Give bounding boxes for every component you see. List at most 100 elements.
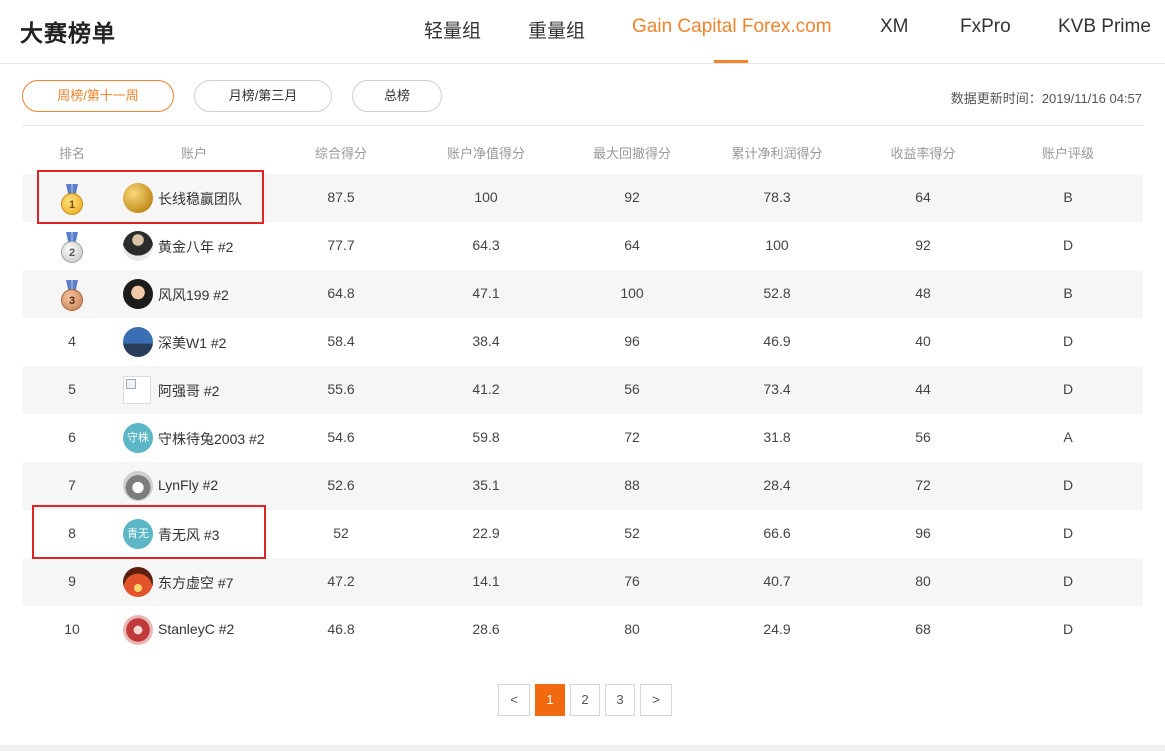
drawdown-score-cell: 76 xyxy=(624,573,640,589)
avatar[interactable] xyxy=(123,567,153,597)
return-score-cell: 96 xyxy=(915,525,931,541)
equity-score-cell: 14.1 xyxy=(472,573,500,589)
avatar[interactable] xyxy=(123,615,153,645)
highlight-box-rank-8 xyxy=(32,505,266,559)
avatar[interactable]: 守株 xyxy=(123,423,153,453)
table-row[interactable]: 6 守株 守株待兔2003 #2 54.6 59.8 72 31.8 56 A xyxy=(22,414,1143,462)
table-row[interactable]: 9 东方虚空 #7 47.2 14.1 76 40.7 80 D xyxy=(22,558,1143,606)
profit-score-cell: 31.8 xyxy=(763,429,791,445)
score-cell: 46.8 xyxy=(327,621,355,637)
tab-light-group[interactable]: 轻量组 xyxy=(424,16,481,43)
profit-score-cell: 46.9 xyxy=(763,333,791,349)
account-name-link[interactable]: LynFly #2 xyxy=(158,477,218,493)
ranking-table: 1 长线稳赢团队 87.5 100 92 78.3 64 B 2 黄金八年 #2 77.7 64.3 6… xyxy=(22,174,1143,654)
return-score-cell: 48 xyxy=(915,285,931,301)
table-row[interactable]: 4 深美W1 #2 58.4 38.4 96 46.9 40 D xyxy=(22,318,1143,366)
score-cell: 54.6 xyxy=(327,429,355,445)
return-score-cell: 64 xyxy=(915,189,931,205)
drawdown-score-cell: 92 xyxy=(624,189,640,205)
tab-fxpro[interactable]: FxPro xyxy=(960,16,1011,38)
column-header-drawdown: 最大回撤得分 xyxy=(592,146,672,161)
return-score-cell: 92 xyxy=(915,237,931,253)
profit-score-cell: 78.3 xyxy=(763,189,791,205)
avatar[interactable] xyxy=(123,279,153,309)
rank-number: 4 xyxy=(68,333,76,349)
rating-cell: B xyxy=(1063,189,1073,205)
score-cell: 87.5 xyxy=(327,189,355,205)
equity-score-cell: 100 xyxy=(474,189,498,205)
rating-cell: D xyxy=(1062,477,1074,493)
account-name-link[interactable]: 东方虚空 #7 xyxy=(158,573,233,593)
account-name-link[interactable]: 阿强哥 #2 xyxy=(158,381,219,401)
bronze-medal-icon: 3 xyxy=(60,280,84,312)
filter-total-button[interactable]: 总榜 xyxy=(352,80,442,112)
column-header-rank: 排名 xyxy=(58,146,86,161)
column-header-equity: 账户净值得分 xyxy=(446,146,526,161)
column-header-profit: 累计净利润得分 xyxy=(731,146,823,161)
pagination-page-2[interactable]: 2 xyxy=(570,684,600,716)
table-row[interactable]: 5 阿强哥 #2 55.6 41.2 56 73.4 44 D xyxy=(22,366,1143,414)
table-row[interactable]: 2 黄金八年 #2 77.7 64.3 64 100 92 D xyxy=(22,222,1143,270)
score-cell: 58.4 xyxy=(327,333,355,349)
equity-score-cell: 22.9 xyxy=(472,525,500,541)
avatar[interactable] xyxy=(123,327,153,357)
active-tab-indicator xyxy=(714,60,748,63)
equity-score-cell: 41.2 xyxy=(472,381,500,397)
rank-number: 5 xyxy=(68,381,76,397)
equity-score-cell: 47.1 xyxy=(472,285,500,301)
score-cell: 52 xyxy=(333,525,349,541)
table-row[interactable]: 3 风风199 #2 64.8 47.1 100 52.8 48 B xyxy=(22,270,1143,318)
score-cell: 64.8 xyxy=(327,285,355,301)
broken-image-icon xyxy=(126,379,136,389)
silver-medal-icon: 2 xyxy=(60,232,84,264)
medal-rank-number: 3 xyxy=(61,289,83,311)
top-header: 大赛榜单 轻量组 重量组 Gain Capital Forex.com XM F… xyxy=(0,0,1165,64)
score-cell: 77.7 xyxy=(327,237,355,253)
profit-score-cell: 28.4 xyxy=(763,477,791,493)
pagination-page-1[interactable]: 1 xyxy=(535,684,565,716)
avatar[interactable] xyxy=(123,471,153,501)
avatar[interactable] xyxy=(123,376,151,404)
tab-gain-capital[interactable]: Gain Capital Forex.com xyxy=(632,16,832,38)
filter-weekly-button[interactable]: 周榜/第十一周 xyxy=(22,80,174,112)
page-title: 大赛榜单 xyxy=(20,20,116,46)
drawdown-score-cell: 100 xyxy=(620,285,644,301)
divider xyxy=(22,125,1143,126)
drawdown-score-cell: 96 xyxy=(624,333,640,349)
footer-strip xyxy=(0,745,1165,751)
filter-monthly-button[interactable]: 月榜/第三月 xyxy=(194,80,332,112)
profit-score-cell: 40.7 xyxy=(763,573,791,589)
tab-heavy-group[interactable]: 重量组 xyxy=(528,16,585,43)
table-header: 排名 账户 综合得分 账户净值得分 最大回撤得分 累计净利润得分 收益率得分 账… xyxy=(22,130,1143,172)
account-name-link[interactable]: 守株待兔2003 #2 xyxy=(158,429,265,449)
pagination-page-3[interactable]: 3 xyxy=(605,684,635,716)
tab-kvb-prime[interactable]: KVB Prime xyxy=(1058,16,1151,38)
account-name-link[interactable]: 风风199 #2 xyxy=(158,285,229,305)
column-header-return: 收益率得分 xyxy=(890,146,956,161)
drawdown-score-cell: 72 xyxy=(624,429,640,445)
rating-cell: B xyxy=(1063,285,1073,301)
rating-cell: A xyxy=(1063,429,1073,445)
tab-xm[interactable]: XM xyxy=(880,16,909,38)
account-name-link[interactable]: StanleyC #2 xyxy=(158,621,234,637)
table-row[interactable]: 10 StanleyC #2 46.8 28.6 80 24.9 68 D xyxy=(22,606,1143,654)
drawdown-score-cell: 52 xyxy=(624,525,640,541)
equity-score-cell: 28.6 xyxy=(472,621,500,637)
rating-cell: D xyxy=(1062,525,1074,541)
account-name-link[interactable]: 黄金八年 #2 xyxy=(158,237,233,257)
rating-cell: D xyxy=(1062,381,1074,397)
avatar[interactable] xyxy=(123,231,153,261)
table-row[interactable]: 7 LynFly #2 52.6 35.1 88 28.4 72 D xyxy=(22,462,1143,510)
drawdown-score-cell: 56 xyxy=(624,381,640,397)
pagination-prev-button[interactable]: < xyxy=(498,684,530,716)
rank-number: 6 xyxy=(68,429,76,445)
highlight-box-rank-1 xyxy=(37,170,264,224)
return-score-cell: 56 xyxy=(915,429,931,445)
equity-score-cell: 59.8 xyxy=(472,429,500,445)
account-name-link[interactable]: 深美W1 #2 xyxy=(158,333,226,353)
pagination-next-button[interactable]: > xyxy=(640,684,672,716)
rank-number: 10 xyxy=(64,621,80,637)
rank-number: 7 xyxy=(68,477,76,493)
score-cell: 52.6 xyxy=(327,477,355,493)
score-cell: 47.2 xyxy=(327,573,355,589)
